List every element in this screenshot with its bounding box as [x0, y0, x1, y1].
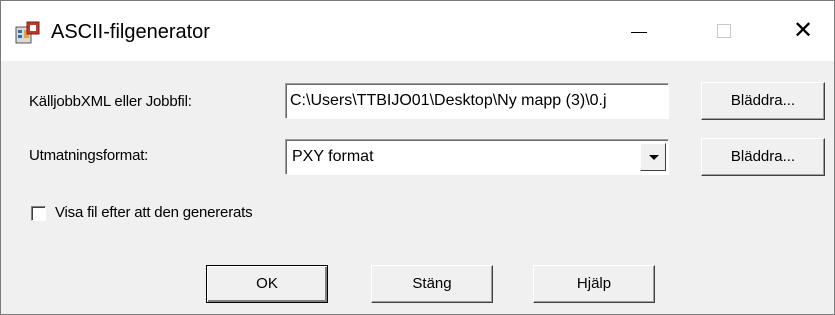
close-button[interactable]: Stäng — [371, 265, 493, 303]
source-job-label: KälljobbXML eller Jobbfil: — [29, 93, 192, 110]
help-button[interactable]: Hjälp — [533, 265, 655, 303]
browse-source-button[interactable]: Bläddra... — [701, 82, 825, 120]
output-format-label: Utmatningsformat: — [29, 147, 149, 164]
ok-button[interactable]: OK — [206, 265, 328, 303]
help-label: Hjälp — [576, 275, 612, 292]
title-bar: ASCII-filgenerator ✕ — [1, 1, 834, 61]
show-file-label[interactable]: Visa fil efter att den genererats — [55, 204, 253, 221]
dialog-window: ASCII-filgenerator ✕ KälljobbXML eller J… — [0, 0, 835, 315]
browse-format-label: Bläddra... — [730, 148, 796, 165]
maximize-icon — [717, 24, 731, 38]
close-icon: ✕ — [793, 17, 814, 44]
browse-source-label: Bläddra... — [730, 92, 796, 109]
minimize-icon — [631, 32, 647, 33]
dropdown-button[interactable] — [640, 143, 666, 171]
window-title: ASCII-filgenerator — [51, 21, 210, 43]
source-job-input[interactable]: C:\Users\TTBIJO01\Desktop\Ny mapp (3)\0.… — [285, 83, 669, 119]
maximize-button[interactable] — [701, 15, 747, 47]
close-window-button[interactable]: ✕ — [781, 15, 827, 47]
output-format-value: PXY format — [292, 148, 374, 165]
ok-label: OK — [256, 275, 278, 292]
browse-format-button[interactable]: Bläddra... — [701, 138, 825, 176]
show-file-checkbox[interactable] — [31, 206, 46, 221]
minimize-button[interactable] — [617, 15, 663, 47]
chevron-down-icon — [649, 155, 659, 160]
output-format-select[interactable]: PXY format — [285, 139, 669, 175]
close-label: Stäng — [412, 275, 452, 292]
generator-app-icon[interactable] — [15, 21, 41, 45]
